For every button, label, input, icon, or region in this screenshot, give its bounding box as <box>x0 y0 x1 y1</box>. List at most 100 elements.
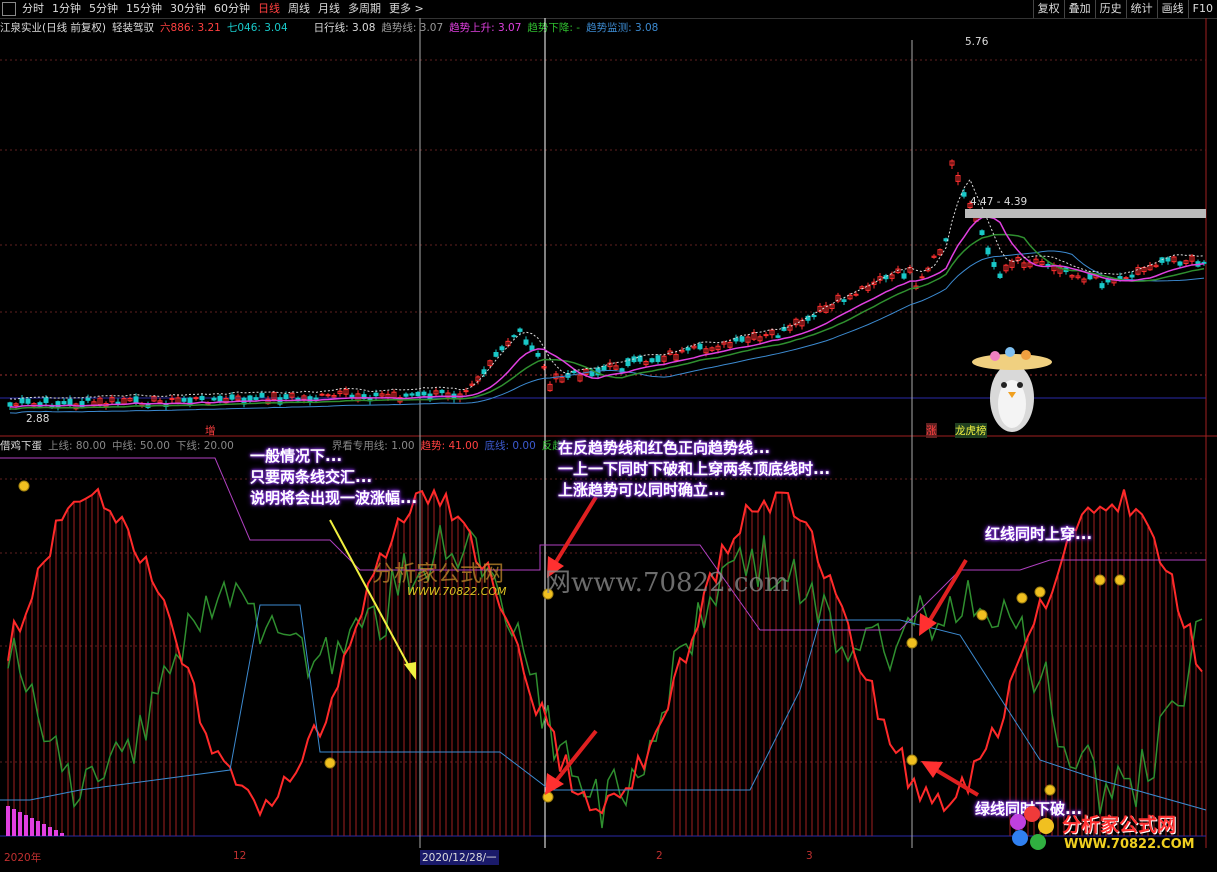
candle-body <box>319 393 325 396</box>
candle-body <box>373 392 379 397</box>
low-price-label: 2.88 <box>26 413 50 425</box>
candle-body <box>463 390 469 393</box>
penguin-sticker <box>972 347 1052 432</box>
signal-dot <box>906 637 918 649</box>
signal-dot <box>1044 784 1056 796</box>
trend-value: 趋势: 41.00 <box>420 440 479 452</box>
candle-body <box>991 262 997 267</box>
candle-body <box>655 355 661 362</box>
candle-body <box>511 335 517 338</box>
signal-dot <box>976 609 988 621</box>
candle-body <box>961 192 967 197</box>
candle-body <box>517 328 523 332</box>
signal-tag-zhang: 涨 <box>926 423 937 438</box>
signal-dot <box>324 757 336 769</box>
candle-body <box>253 397 259 400</box>
logo-brand-text: 分析家公式网 <box>1062 814 1177 836</box>
volume-bar <box>48 827 52 836</box>
signal-dot <box>18 480 30 492</box>
bottom-value: 底线: 0.00 <box>484 440 536 452</box>
candle-body <box>919 276 925 279</box>
sub-indicator <box>0 457 1207 836</box>
candle-body <box>649 358 655 363</box>
lower-line-value: 下线: 20.00 <box>175 440 234 452</box>
candle-body <box>85 397 91 401</box>
mid-line-value: 中线: 50.00 <box>111 440 170 452</box>
annotation-middle: 在反趋势线和红色正向趋势线... 一上一下同时下破和上穿两条顶底线时... 上涨… <box>558 439 831 499</box>
candle-body <box>1177 261 1183 266</box>
candle-body <box>811 315 817 318</box>
candle-body <box>775 335 781 338</box>
candle-body <box>1087 273 1093 280</box>
signal-tag-zeng: 增 <box>205 425 216 437</box>
candle-body <box>1129 274 1135 278</box>
watermark-brand-mid: 分析家公式网 <box>372 562 505 587</box>
volume-bar <box>54 830 58 836</box>
volume-bar <box>24 815 28 836</box>
signal-dot <box>1094 574 1106 586</box>
candle-body <box>985 247 991 255</box>
candle-body <box>19 398 25 404</box>
volume-bar <box>36 821 40 836</box>
high-price-label: 5.76 <box>965 36 989 48</box>
candle-body <box>535 352 541 357</box>
candle-body <box>421 391 427 396</box>
signal-dot <box>542 791 554 803</box>
signal-dot <box>1034 586 1046 598</box>
kline-chart[interactable] <box>0 0 1217 848</box>
candle-body <box>841 299 847 302</box>
candle-body <box>739 336 745 342</box>
candle-body <box>571 370 577 373</box>
candle-body <box>211 397 217 401</box>
volume-bar <box>18 812 22 836</box>
signal-tag-bang: 龙虎榜 <box>955 423 987 438</box>
annotation-left: 一般情况下... 只要两条线交汇... 说明将会出现一波涨幅... <box>250 447 418 507</box>
x-label-cursor: 2020/12/28/一 <box>420 850 499 865</box>
candle-body <box>997 273 1003 278</box>
price-range-bar <box>965 209 1206 218</box>
volume-bar <box>12 809 16 836</box>
candle-body <box>247 395 253 402</box>
signal-dot <box>1016 592 1028 604</box>
candle-body <box>763 334 769 337</box>
candle-body <box>853 293 859 296</box>
candle-body <box>901 273 907 279</box>
x-label: 2020年 <box>4 852 42 864</box>
candle-body <box>403 393 409 397</box>
candle-body <box>325 394 331 397</box>
candle-body <box>259 392 265 398</box>
x-label: 2 <box>656 850 663 862</box>
candle-body <box>169 397 175 400</box>
signal-dot <box>1114 574 1126 586</box>
candle-body <box>283 394 289 400</box>
candle-body <box>1099 283 1105 289</box>
x-axis: 2020年 12 2020/12/28/一 2 3 <box>0 848 1217 872</box>
candle-body <box>493 352 499 357</box>
candle-body <box>697 343 703 350</box>
range-price-label: 4.47 - 4.39 <box>970 196 1028 208</box>
candle-body <box>217 395 223 402</box>
logo-icon <box>1010 806 1054 850</box>
sub-indicator-name[interactable]: 借鸡下蛋 <box>0 438 42 452</box>
x-label: 3 <box>806 850 813 862</box>
upper-line-value: 上线: 80.00 <box>48 440 106 452</box>
candle-body <box>25 398 31 404</box>
candle-body <box>1123 277 1129 280</box>
candle-body <box>523 339 529 345</box>
watermark-url-small: WWW.70822.COM <box>407 585 507 598</box>
candle-body <box>43 397 49 404</box>
candle-body <box>67 398 73 406</box>
candle-body <box>499 346 505 351</box>
x-label: 12 <box>233 850 247 862</box>
candle-body <box>313 397 319 400</box>
candle-body <box>439 389 445 394</box>
candle-body <box>601 365 607 371</box>
volume-bar <box>30 818 34 836</box>
volume-bar <box>6 806 10 836</box>
signal-dot <box>906 754 918 766</box>
candle-body <box>55 401 61 409</box>
candle-body <box>229 394 235 400</box>
candle-body <box>415 391 421 397</box>
candle-body <box>979 230 985 235</box>
candle-body <box>61 401 67 405</box>
